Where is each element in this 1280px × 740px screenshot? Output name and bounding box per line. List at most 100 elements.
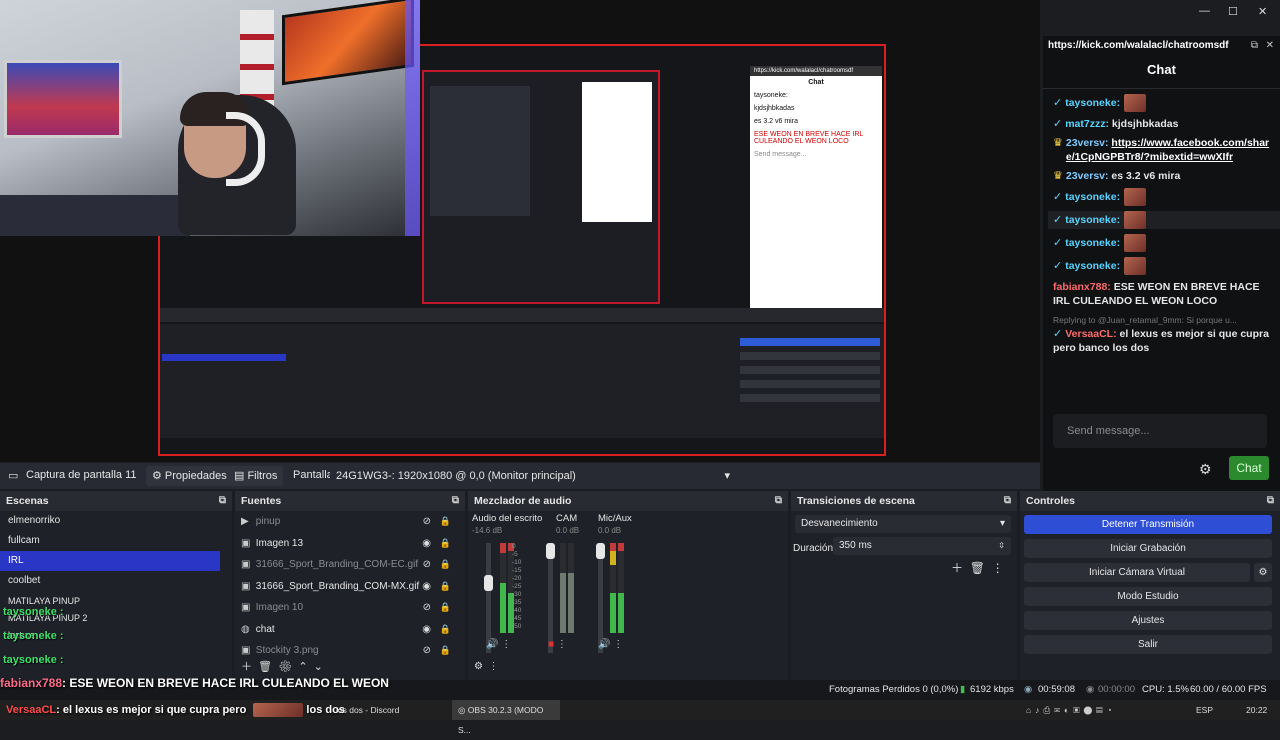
chat-send-input[interactable]: Send message... [1053, 414, 1267, 448]
start-recording-button[interactable]: Iniciar Grabación [1024, 539, 1272, 558]
chat-reply: Replying to @Juan_retamal_9mm: Si porque… [1053, 315, 1237, 325]
source-item[interactable]: ▶ pinup ⊘ 🔒 [235, 511, 465, 533]
eye-off-icon: ⊘ [422, 559, 431, 570]
mixer-channel: Mic/Aux 0.0 dB [598, 513, 632, 535]
popout-icon[interactable]: ⧉ [775, 491, 782, 511]
gear-icon[interactable]: ⚙ [474, 661, 483, 672]
minimize-icon[interactable]: — [1199, 5, 1210, 17]
overlay-chat-line: VersaaCL: el lexus es mejor si que cupra… [6, 703, 345, 718]
chevron-down-icon[interactable]: ⌄ [314, 661, 323, 673]
chat-messages[interactable]: ✓ taysoneke: ✓ mat7zzz: kjdsjhbkadas ♛ 23ve… [1048, 94, 1280, 360]
eye-icon: ◉ [422, 537, 431, 549]
add-icon[interactable]: ＋ [241, 661, 252, 673]
globe-icon: ◍ [241, 623, 250, 635]
start-virtual-cam-button[interactable]: Iniciar Cámara Virtual [1024, 563, 1250, 582]
record-icon: ◉ [1086, 684, 1095, 695]
popout-icon[interactable]: ⧉ [1251, 40, 1258, 51]
duration-input[interactable]: 350 ms ⇳ [833, 537, 1011, 555]
gear-icon[interactable]: ⚙ [1199, 461, 1212, 478]
chat-send-button[interactable]: Chat [1229, 456, 1269, 480]
scene-item[interactable]: fullcam [0, 531, 232, 551]
gear-icon[interactable]: ⚙ [1254, 563, 1272, 582]
speaker-icon[interactable]: 🔊 [486, 639, 498, 650]
scene-item[interactable]: elmenorriko [0, 511, 232, 531]
trash-icon[interactable]: 🗑 [258, 661, 272, 673]
add-icon[interactable]: ＋ [951, 561, 963, 575]
clock[interactable]: 20:22 [1240, 700, 1273, 720]
obs-icon: ◎ [458, 705, 466, 715]
tray-icons[interactable]: ⌂♪⎙✉◐▣⬤▤◔ [1020, 700, 1122, 720]
chevron-up-icon[interactable]: ⌃ [298, 661, 307, 673]
scene-item[interactable]: IRL [0, 551, 220, 571]
close-icon[interactable]: ✕ [1258, 5, 1267, 18]
eye-off-icon: ⊘ [422, 516, 431, 527]
overlay-chat-name: taysoneke : [3, 606, 64, 618]
properties-button[interactable]: ⚙ Propiedades [146, 466, 233, 486]
stop-stream-button[interactable]: Detener Transmisión [1024, 515, 1272, 534]
popout-icon[interactable]: ⧉ [452, 491, 459, 511]
lock-icon: 🔒 [439, 602, 451, 612]
studio-mode-button[interactable]: Modo Estudio [1024, 587, 1272, 606]
popout-icon[interactable]: ⧉ [1004, 491, 1011, 511]
maximize-icon[interactable]: ☐ [1228, 5, 1238, 18]
popout-icon[interactable]: ⧉ [1267, 491, 1274, 511]
display-select[interactable]: 24G1WG3-: 1920x1080 @ 0,0 (Monitor princ… [330, 466, 736, 486]
volume-slider[interactable] [486, 543, 491, 653]
taskbar-discord[interactable]: los dos - Discord [330, 700, 405, 720]
lock-icon: 🔒 [439, 645, 451, 655]
transition-select[interactable]: Desvanecimiento ▾ [795, 515, 1011, 533]
filters-button[interactable]: ▤ Filtros [228, 466, 284, 486]
chevron-down-icon: ▾ [999, 518, 1005, 529]
obs-preview[interactable]: https://kick.com/walalacl/chatroomsdf Ch… [0, 0, 1040, 462]
more-icon[interactable]: ⋮ [501, 639, 511, 650]
more-icon[interactable]: ⋮ [489, 661, 499, 672]
controls-title: Controles [1026, 495, 1076, 507]
source-item[interactable]: ▣ Imagen 13 ◉ 🔒 [235, 533, 465, 555]
chat-title: Chat [1147, 62, 1176, 77]
stream-icon: ◉ [1024, 684, 1033, 695]
popout-icon[interactable]: ⧉ [219, 491, 226, 511]
scenes-dock: Escenas ⧉ elmenorriko fullcam IRL coolbet… [0, 491, 232, 680]
emote-icon [1124, 211, 1147, 229]
volume-slider[interactable] [598, 543, 603, 653]
nested-toolbar [160, 308, 884, 322]
more-icon[interactable]: ⋮ [557, 639, 567, 650]
signal-icon: ▮ [960, 684, 966, 695]
volume-slider[interactable] [548, 543, 553, 653]
taskbar-obs[interactable]: ◎ OBS 30.2.3 (MODO S... [452, 700, 560, 735]
exit-button[interactable]: Salir [1024, 635, 1272, 654]
source-name: Captura de pantalla 11 [26, 469, 137, 481]
chat-message: ✓ taysoneke: [1053, 257, 1273, 275]
volume-knob[interactable] [484, 575, 493, 591]
close-icon[interactable]: ✕ [1266, 40, 1274, 51]
source-item[interactable]: ▣ Imagen 10 ⊘ 🔒 [235, 597, 465, 619]
chat-url: https://kick.com/walalacl/chatroomsdf [1048, 40, 1229, 51]
more-icon[interactable]: ⋮ [992, 561, 1004, 575]
display-label: Pantalla [293, 469, 333, 481]
more-icon[interactable]: ⋮ [613, 639, 623, 650]
transitions-dock: Transiciones de escena ⧉ Desvanecimiento ▾… [791, 491, 1017, 680]
nested-capture-inner [422, 70, 660, 304]
trash-icon[interactable]: 🗑 [970, 561, 985, 575]
mute-icon[interactable]: ■ [548, 639, 554, 650]
cpu-usage: CPU: 1.5% [1142, 684, 1189, 695]
emote-icon [1124, 188, 1147, 206]
scenes-title: Escenas [6, 495, 49, 507]
nested-chat-window: https://kick.com/walalacl/chatroomsdf Ch… [750, 66, 882, 322]
scene-item[interactable]: coolbet [0, 571, 232, 591]
audio-mixer-dock: Mezclador de audio ⧉ Audio del escrito -14… [468, 491, 788, 680]
source-item[interactable]: ▣ 31666_Sport_Branding_COM-MX.gif ◉ 🔒 [235, 576, 465, 598]
settings-button[interactable]: Ajustes [1024, 611, 1272, 630]
language[interactable]: ESP [1190, 700, 1219, 720]
monitor-icon: ▭ [8, 470, 19, 482]
chat-message: ♛ 23versv: https://www.facebook.com/share… [1053, 137, 1270, 163]
volume-knob[interactable] [546, 543, 555, 559]
spinner-icon: ⇳ [998, 541, 1005, 550]
speaker-icon[interactable]: 🔊 [598, 639, 610, 650]
lock-icon: 🔒 [439, 516, 451, 526]
volume-knob[interactable] [596, 543, 605, 559]
source-item[interactable]: ▣ 31666_Sport_Branding_COM-EC.gif ⊘ 🔒 [235, 554, 465, 576]
gear-icon[interactable]: ⚙ [278, 661, 292, 673]
source-item[interactable]: ◍ chat ◉ 🔒 [235, 619, 465, 641]
source-toolbar: ▭ Captura de pantalla 11 ⚙ Propiedades ▤… [0, 463, 1040, 489]
